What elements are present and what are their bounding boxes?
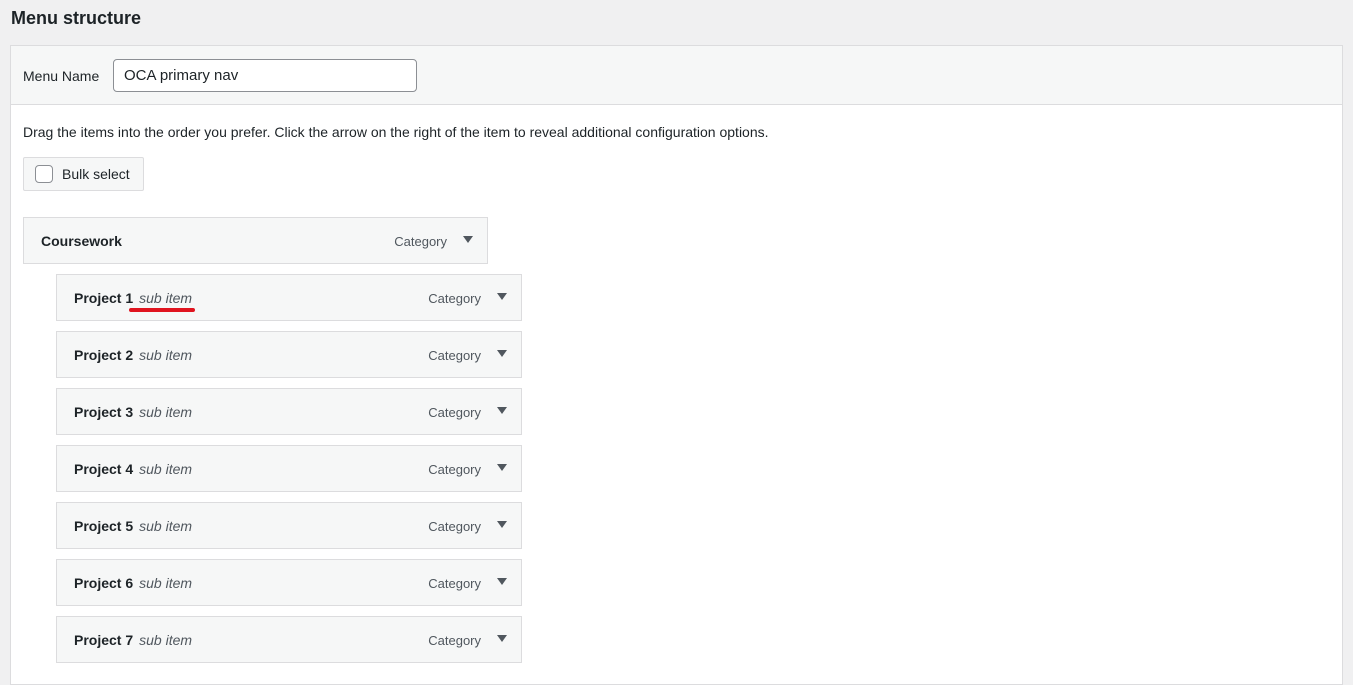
menu-name-label: Menu Name	[23, 68, 100, 84]
page-title: Menu structure	[11, 8, 142, 28]
menu-item-coursework[interactable]: Coursework Category	[23, 217, 488, 264]
menu-item-sub-label: sub item	[139, 575, 193, 591]
menu-item-sub-label: sub item	[139, 290, 193, 306]
menu-item-project-1[interactable]: Project 1 sub item Category	[56, 274, 522, 321]
triangle-down-icon[interactable]	[497, 635, 507, 642]
menu-item-project-3[interactable]: Project 3 sub item Category	[56, 388, 522, 435]
menu-item-title: Project 7 sub item	[74, 632, 193, 648]
bulk-select-button[interactable]: Bulk select	[23, 157, 144, 191]
menu-item-title: Project 4 sub item	[74, 461, 193, 477]
menu-item-title: Project 2 sub item	[74, 347, 193, 363]
menu-item-title: Project 5 sub item	[74, 518, 193, 534]
menu-name-input[interactable]: OCA primary nav	[113, 59, 417, 92]
menu-item-type: Category	[428, 348, 481, 363]
menu-item-project-2[interactable]: Project 2 sub item Category	[56, 331, 522, 378]
menu-item-type: Category	[394, 234, 447, 249]
menu-item-type: Category	[428, 462, 481, 477]
menu-item-title: Project 6 sub item	[74, 575, 193, 591]
menu-header: Menu Name OCA primary nav	[11, 46, 1342, 105]
red-underline-annotation	[129, 308, 195, 312]
menu-item-sub-label: sub item	[139, 632, 193, 648]
menu-item-type: Category	[428, 405, 481, 420]
menu-item-project-5[interactable]: Project 5 sub item Category	[56, 502, 522, 549]
triangle-down-icon[interactable]	[497, 350, 507, 357]
menu-item-sub-label: sub item	[139, 461, 193, 477]
triangle-down-icon[interactable]	[497, 293, 507, 300]
menu-item-title: Project 1 sub item	[74, 290, 193, 306]
menu-item-sub-label: sub item	[139, 404, 193, 420]
menu-item-sub-label: sub item	[139, 347, 193, 363]
bulk-select-label: Bulk select	[62, 166, 130, 182]
menu-item-title: Project 3 sub item	[74, 404, 193, 420]
triangle-down-icon[interactable]	[497, 464, 507, 471]
menu-item-sub-label: sub item	[139, 518, 193, 534]
menu-item-type: Category	[428, 291, 481, 306]
menu-item-type: Category	[428, 519, 481, 534]
triangle-down-icon[interactable]	[497, 578, 507, 585]
menu-item-project-4[interactable]: Project 4 sub item Category	[56, 445, 522, 492]
menu-item-project-7[interactable]: Project 7 sub item Category	[56, 616, 522, 663]
menu-item-project-6[interactable]: Project 6 sub item Category	[56, 559, 522, 606]
triangle-down-icon[interactable]	[497, 521, 507, 528]
triangle-down-icon[interactable]	[463, 236, 473, 243]
menu-item-type: Category	[428, 576, 481, 591]
menu-item-title: Coursework	[41, 233, 122, 249]
triangle-down-icon[interactable]	[497, 407, 507, 414]
bulk-select-checkbox-icon[interactable]	[35, 165, 53, 183]
drag-instructions: Drag the items into the order you prefer…	[23, 124, 769, 140]
menu-item-type: Category	[428, 633, 481, 648]
